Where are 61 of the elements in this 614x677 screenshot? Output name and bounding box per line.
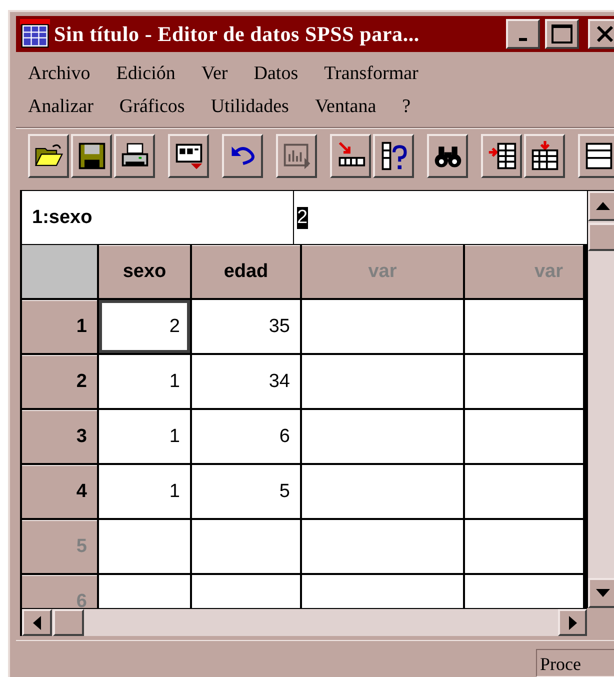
minimize-button[interactable] [506,19,540,49]
left-arrow-icon [33,616,41,630]
cell-reference: 1:sexo [22,191,294,244]
column-header[interactable]: sexo [99,245,190,298]
chart-icon [282,141,312,171]
scroll-up-button[interactable] [588,191,614,221]
maximize-button[interactable] [545,19,579,49]
window-title: Sin título - Editor de datos SPSS para... [54,22,420,46]
toolbar-button[interactable] [28,134,69,178]
toolbar-button[interactable] [114,134,155,178]
menu-item[interactable]: Datos [254,62,298,84]
status-text: Proce [536,649,614,677]
insert-column-icon [530,141,560,171]
menu-item[interactable]: Ventana [314,96,376,118]
table-cell: 5 [192,465,300,518]
row-header[interactable]: 3 [22,410,97,463]
table-icon [584,141,614,171]
spreadsheet-icon [20,19,50,49]
cell-value-field[interactable]: 2 [297,206,308,228]
menu-item[interactable]: Edición [116,62,176,84]
table-cell: 1 [99,355,190,408]
toolbar-button[interactable] [373,134,414,178]
up-arrow-icon [596,202,610,210]
row-header[interactable]: 2 [22,355,97,408]
row-header[interactable]: 4 [22,465,97,518]
scroll-left-button[interactable] [22,609,52,636]
menu-item[interactable]: Ver [201,62,228,84]
table-cell: 1 [99,465,190,518]
right-arrow-icon [568,616,576,630]
scrollbar-thumb[interactable] [53,609,84,636]
menu-item[interactable]: Transformar [324,62,418,84]
menu-item[interactable]: ? [402,96,411,118]
toolbar-button[interactable] [330,134,371,178]
close-button[interactable] [588,19,614,49]
minimize-icon [519,38,527,40]
toolbar-button[interactable] [578,134,614,178]
toolbar-button[interactable] [427,134,468,178]
toolbar-button[interactable] [481,134,522,178]
row-header[interactable]: 1 [22,300,97,353]
toolbar-button[interactable] [222,134,263,178]
dialog-icon [174,141,204,171]
down-arrow-icon [596,589,610,597]
table-cell: 2 [99,300,190,353]
toolbar-button[interactable] [71,134,112,178]
table-cell: 1 [99,410,190,463]
menu-item[interactable]: Gráficos [119,96,185,118]
maximize-icon [551,24,573,44]
insert-row-icon [486,141,516,171]
menu-item[interactable]: Analizar [28,96,94,118]
table-cell: 34 [192,355,300,408]
toolbar-button[interactable] [168,134,209,178]
scroll-down-button[interactable] [588,578,614,608]
column-header[interactable]: edad [192,245,300,298]
table-cell: 6 [192,410,300,463]
menu-item[interactable]: Archivo [28,62,90,84]
scrollbar-thumb[interactable] [588,223,614,251]
toolbar-button[interactable] [524,134,565,178]
menu-item[interactable]: Utilidades [210,96,289,118]
close-icon [596,26,614,42]
table-cell: 35 [192,300,300,353]
scroll-right-button[interactable] [558,609,587,636]
